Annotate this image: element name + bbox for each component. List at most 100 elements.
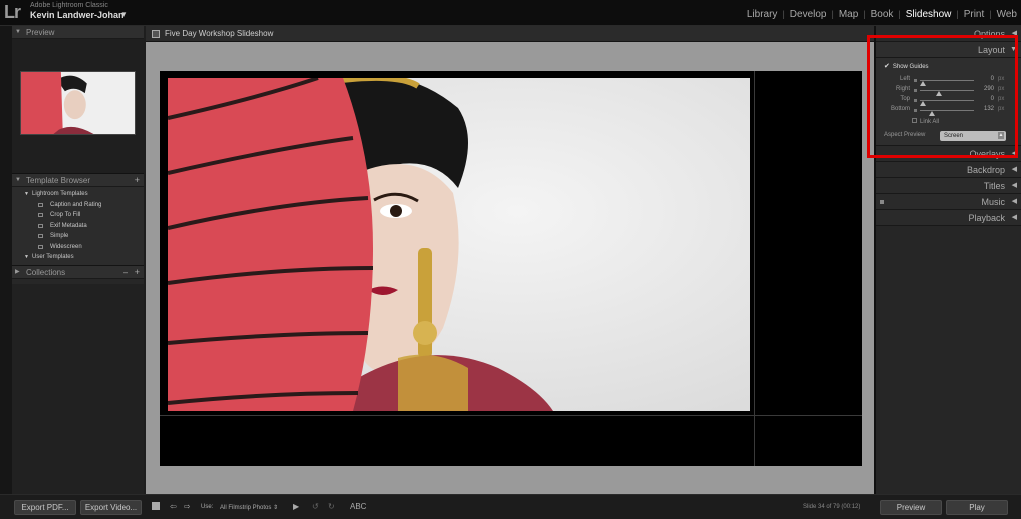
- slider-unit: px: [998, 96, 1005, 102]
- bottom-margin-slider[interactable]: Bottom 132 px: [880, 106, 1012, 116]
- preview-header-label: Preview: [26, 28, 55, 37]
- template-label: Exif Metadata: [50, 222, 87, 229]
- link-all-label: Link All: [920, 119, 940, 125]
- overlays-header[interactable]: Overlays ◀: [876, 146, 1021, 162]
- layout-label: Layout: [977, 45, 1005, 55]
- module-slideshow[interactable]: Slideshow: [902, 9, 956, 20]
- options-header[interactable]: Options ◀: [876, 26, 1021, 42]
- preview-header[interactable]: ▼ Preview: [12, 26, 144, 39]
- slider-thumb[interactable]: [928, 111, 935, 116]
- aspect-preview-label: Aspect Preview: [884, 132, 926, 138]
- preview-button[interactable]: Preview: [880, 500, 942, 515]
- slider-track[interactable]: [919, 80, 974, 86]
- slide-photo[interactable]: [168, 78, 750, 411]
- template-label: Widescreen: [50, 243, 82, 250]
- titles-header[interactable]: Titles ◀: [876, 178, 1021, 194]
- template-item[interactable]: Caption and Rating: [12, 200, 144, 211]
- identity-bar: Lr Adobe Lightroom Classic Kevin Landwer…: [0, 0, 1021, 26]
- slider-value[interactable]: 0: [978, 76, 994, 82]
- lr-logo: Lr: [4, 2, 21, 22]
- template-browser-label: Template Browser: [26, 176, 91, 185]
- top-margin-slider[interactable]: Top 0 px: [880, 96, 1012, 106]
- stop-icon[interactable]: [152, 502, 160, 510]
- layout-panel: Layout ▼ ✔ Show Guides Left 0 px Right 29…: [876, 42, 1021, 146]
- collections-header[interactable]: ▶ Collections – +: [12, 265, 144, 279]
- slideshow-doc-icon: [152, 30, 160, 38]
- show-guides-checkbox[interactable]: ✔ Show Guides: [884, 62, 929, 70]
- guide-line-bottom[interactable]: [160, 415, 862, 416]
- slider-value[interactable]: 290: [978, 86, 994, 92]
- module-library[interactable]: Library: [743, 9, 782, 20]
- left-panel-edge[interactable]: [0, 26, 12, 494]
- template-item[interactable]: Exif Metadata: [12, 221, 144, 232]
- template-item[interactable]: Widescreen: [12, 242, 144, 253]
- rotate-left-icon[interactable]: ↺: [312, 502, 319, 511]
- link-all-checkbox[interactable]: Link All: [912, 118, 939, 125]
- aspect-preview-value: Screen: [944, 133, 964, 139]
- triangle-right-icon: ▶: [15, 268, 20, 275]
- folder-user-templates[interactable]: ▼ User Templates: [12, 252, 144, 263]
- aspect-preview-select[interactable]: Screen ▲: [940, 131, 1006, 141]
- section-label: Titles: [983, 181, 1005, 191]
- add-collection-icon[interactable]: +: [135, 266, 140, 279]
- music-toggle-icon[interactable]: [880, 200, 884, 204]
- color-swatch-icon: [914, 99, 917, 102]
- use-select[interactable]: All Filmstrip Photos ⇕: [220, 504, 278, 511]
- preview-thumbnail: [20, 71, 136, 135]
- layout-header[interactable]: Layout ▼: [876, 42, 1021, 58]
- slide-canvas[interactable]: [160, 71, 862, 466]
- module-book[interactable]: Book: [867, 9, 898, 20]
- section-label: Playback: [968, 213, 1005, 223]
- module-print[interactable]: Print: [960, 9, 989, 20]
- module-web[interactable]: Web: [993, 9, 1021, 20]
- template-item[interactable]: Simple: [12, 231, 144, 242]
- slider-track[interactable]: [919, 100, 974, 106]
- document-title-bar: Five Day Workshop Slideshow: [146, 26, 874, 42]
- slider-value[interactable]: 0: [978, 96, 994, 102]
- stepper-icon: ⇕: [273, 505, 279, 511]
- add-text-button[interactable]: ABC: [350, 502, 366, 511]
- slide-editor: Five Day Workshop Slideshow: [146, 26, 874, 494]
- slide-photo-art: [168, 78, 750, 411]
- module-develop[interactable]: Develop: [786, 9, 831, 20]
- music-header[interactable]: Music ◀: [876, 194, 1021, 210]
- rotate-right-icon[interactable]: ↻: [328, 502, 335, 511]
- next-slide-icon[interactable]: ⇨: [184, 502, 191, 511]
- product-name: Adobe Lightroom Classic: [30, 2, 108, 9]
- template-browser-header[interactable]: ▼ Template Browser +: [12, 174, 144, 187]
- lightroom-window: Lr Adobe Lightroom Classic Kevin Landwer…: [0, 0, 1021, 519]
- export-pdf-button[interactable]: Export PDF...: [14, 500, 76, 515]
- template-list: ▼ Lightroom Templates Caption and Rating…: [12, 187, 144, 266]
- folder-lightroom-templates[interactable]: ▼ Lightroom Templates: [12, 189, 144, 200]
- module-map[interactable]: Map: [835, 9, 862, 20]
- backdrop-header[interactable]: Backdrop ◀: [876, 162, 1021, 178]
- right-margin-slider[interactable]: Right 290 px: [880, 86, 1012, 96]
- template-label: Crop To Fill: [50, 212, 81, 218]
- previous-slide-icon[interactable]: ⇦: [170, 502, 177, 511]
- slider-unit: px: [998, 76, 1005, 82]
- slider-value[interactable]: 132: [978, 106, 994, 112]
- template-item[interactable]: Crop To Fill: [12, 210, 144, 221]
- folder-label: User Templates: [32, 254, 74, 260]
- color-swatch-icon: [914, 79, 917, 82]
- user-name[interactable]: Kevin Landwer-Johan: [30, 10, 124, 20]
- template-icon: [38, 213, 43, 217]
- add-template-icon[interactable]: +: [135, 174, 140, 187]
- left-margin-slider[interactable]: Left 0 px: [880, 76, 1012, 86]
- triangle-down-icon: ▼: [24, 254, 29, 260]
- playback-header[interactable]: Playback ◀: [876, 210, 1021, 226]
- triangle-down-icon: ▼: [1010, 46, 1017, 53]
- guide-line-right[interactable]: [754, 71, 755, 466]
- play-icon[interactable]: ▶: [293, 502, 299, 511]
- use-select-value: All Filmstrip Photos: [220, 505, 272, 511]
- minus-icon[interactable]: –: [123, 266, 128, 279]
- chevron-down-icon[interactable]: ▼: [120, 10, 128, 19]
- slider-track[interactable]: [920, 90, 974, 96]
- checkmark-icon: ✔: [884, 63, 890, 70]
- triangle-down-icon: ▼: [15, 177, 21, 183]
- show-guides-label: Show Guides: [892, 64, 929, 70]
- slider-track[interactable]: [920, 110, 974, 116]
- export-video-button[interactable]: Export Video...: [80, 500, 142, 515]
- checkbox-box: [912, 118, 917, 123]
- play-button[interactable]: Play: [946, 500, 1008, 515]
